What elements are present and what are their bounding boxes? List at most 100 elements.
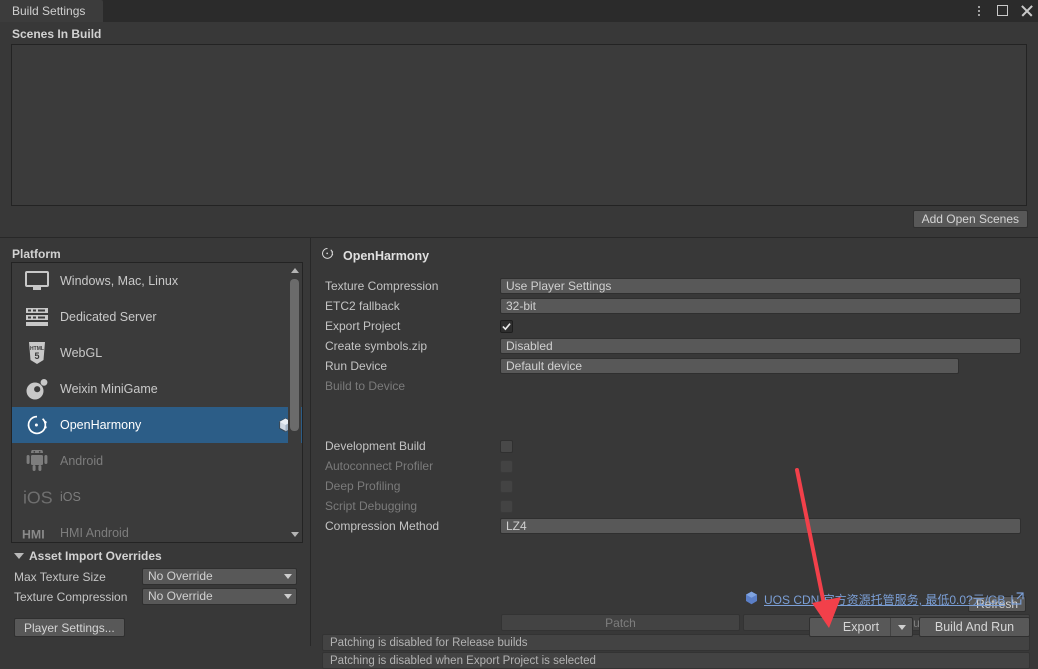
platform-list-scrollbar[interactable] xyxy=(288,264,301,541)
max-texture-size-row: Max Texture Size No Override xyxy=(14,568,297,585)
deep-profiling-label: Deep Profiling xyxy=(325,479,401,493)
scenes-in-build-section: Scenes In Build Add Open Scenes xyxy=(0,22,1038,236)
tab-build-settings[interactable]: Build Settings xyxy=(0,0,104,22)
build-and-run-button[interactable]: Build And Run xyxy=(919,617,1030,637)
platform-item-label: iOS xyxy=(60,490,81,504)
close-icon[interactable] xyxy=(1020,4,1034,18)
script-debugging-label: Script Debugging xyxy=(325,499,418,513)
platform-item-webgl[interactable]: HTML 5 WebGL xyxy=(12,335,302,371)
platform-list[interactable]: Windows, Mac, Linux Dedicated Server HTM… xyxy=(11,262,303,543)
texture-compression-override-label: Texture Compression xyxy=(14,589,128,604)
texture-compression-label: Texture Compression xyxy=(325,279,439,293)
development-build-label: Development Build xyxy=(325,439,426,453)
create-symbols-zip-row: Create symbols.zip Disabled xyxy=(325,338,1021,354)
platform-item-label: WebGL xyxy=(60,346,103,360)
texture-compression-override-value: No Override xyxy=(148,589,213,603)
create-symbols-zip-value: Disabled xyxy=(506,339,553,353)
texture-compression-dropdown[interactable]: Use Player Settings xyxy=(500,278,1021,294)
platform-item-hmi-android[interactable]: HMI HMI Android xyxy=(12,515,302,542)
platform-item-weixin-minigame[interactable]: Weixin MiniGame xyxy=(12,371,302,407)
chevron-down-icon xyxy=(284,594,292,599)
patch-button[interactable]: Patch xyxy=(501,614,740,631)
build-to-device-row: Build to Device xyxy=(325,378,500,394)
hmi-icon: HMI xyxy=(22,520,52,542)
svg-text:HMI: HMI xyxy=(22,527,45,541)
deep-profiling-row: Deep Profiling xyxy=(325,478,513,494)
script-debugging-checkbox xyxy=(500,499,513,513)
compression-method-dropdown[interactable]: LZ4 xyxy=(500,518,1021,534)
build-to-device-label: Build to Device xyxy=(325,379,406,393)
scenes-in-build-title: Scenes In Build xyxy=(12,27,102,41)
svg-text:5: 5 xyxy=(34,351,39,361)
export-dropdown-toggle[interactable] xyxy=(890,618,912,636)
texture-compression-value: Use Player Settings xyxy=(506,279,612,293)
texture-compression-row: Texture Compression Use Player Settings xyxy=(325,278,1021,294)
etc2-fallback-label: ETC2 fallback xyxy=(325,299,400,313)
compression-method-value: LZ4 xyxy=(506,519,527,533)
svg-text:iOS: iOS xyxy=(23,488,52,508)
uos-cdn-link[interactable]: UOS CDN 官方资源托管服务, 最低0.0?元/GB xyxy=(745,591,1024,608)
platform-item-windows-mac-linux[interactable]: Windows, Mac, Linux xyxy=(12,263,302,299)
compression-method-row: Compression Method LZ4 xyxy=(325,518,1021,534)
export-button[interactable]: Export xyxy=(809,617,913,637)
scenes-list[interactable] xyxy=(11,44,1027,206)
add-open-scenes-button[interactable]: Add Open Scenes xyxy=(912,210,1028,228)
scrollbar-thumb[interactable] xyxy=(290,279,299,431)
uos-cdn-link-text: UOS CDN 官方资源托管服务, 最低0.0?元/GB xyxy=(764,593,1006,607)
platform-title: Platform xyxy=(12,247,61,261)
create-symbols-zip-label: Create symbols.zip xyxy=(325,339,428,353)
autoconnect-profiler-row: Autoconnect Profiler xyxy=(325,458,513,474)
maximize-icon[interactable] xyxy=(996,4,1010,18)
platform-item-openharmony[interactable]: OpenHarmony xyxy=(12,407,302,443)
chevron-down-icon xyxy=(897,624,906,630)
platform-item-label: OpenHarmony xyxy=(60,418,142,432)
uos-cube-icon xyxy=(745,591,758,608)
kebab-menu-icon[interactable] xyxy=(972,4,986,18)
etc2-fallback-value: 32-bit xyxy=(506,299,537,313)
asset-import-overrides-label: Asset Import Overrides xyxy=(29,549,162,563)
external-link-icon[interactable] xyxy=(1011,591,1024,608)
create-symbols-zip-dropdown[interactable]: Disabled xyxy=(500,338,1021,354)
window-title-bar: Build Settings xyxy=(0,0,1038,22)
run-device-row: Run Device Default device xyxy=(325,358,959,374)
scroll-up-arrow-icon[interactable] xyxy=(288,264,301,277)
script-debugging-row: Script Debugging xyxy=(325,498,513,514)
player-settings-button[interactable]: Player Settings... xyxy=(14,618,125,637)
platform-settings-panel: OpenHarmony Texture Compression Use Play… xyxy=(311,238,1038,669)
etc2-fallback-row: ETC2 fallback 32-bit xyxy=(325,298,1021,314)
scroll-down-arrow-icon[interactable] xyxy=(288,528,301,541)
export-button-label: Export xyxy=(842,620,880,634)
compression-method-label: Compression Method xyxy=(325,519,440,533)
help-box-export-project: Patching is disabled when Export Project… xyxy=(322,652,1030,669)
deep-profiling-checkbox xyxy=(500,479,513,493)
run-device-value: Default device xyxy=(506,359,583,373)
platform-item-label: Android xyxy=(60,454,104,468)
weixin-minigame-icon xyxy=(22,376,52,402)
texture-compression-override-dropdown[interactable]: No Override xyxy=(142,588,297,605)
platform-item-label: HMI Android xyxy=(60,526,129,540)
development-build-checkbox[interactable] xyxy=(500,439,513,453)
openharmony-icon xyxy=(22,412,52,438)
etc2-fallback-dropdown[interactable]: 32-bit xyxy=(500,298,1021,314)
settings-header: OpenHarmony xyxy=(320,247,429,265)
platform-item-android[interactable]: Android xyxy=(12,443,302,479)
export-project-checkbox[interactable] xyxy=(500,319,513,333)
chevron-down-icon xyxy=(284,574,292,579)
autoconnect-profiler-label: Autoconnect Profiler xyxy=(325,459,434,473)
window-controls xyxy=(972,0,1034,22)
desktop-icon xyxy=(22,268,52,294)
ios-icon: iOS xyxy=(22,484,52,510)
platform-item-label: Weixin MiniGame xyxy=(60,382,158,396)
openharmony-icon xyxy=(320,247,335,265)
asset-import-overrides-header[interactable]: Asset Import Overrides xyxy=(14,549,162,563)
max-texture-size-dropdown[interactable]: No Override xyxy=(142,568,297,585)
checkmark-icon xyxy=(502,322,511,330)
run-device-dropdown[interactable]: Default device xyxy=(500,358,959,374)
platform-item-dedicated-server[interactable]: Dedicated Server xyxy=(12,299,302,335)
platform-item-label: Windows, Mac, Linux xyxy=(60,274,179,288)
platform-item-ios[interactable]: iOS iOS xyxy=(12,479,302,515)
android-icon xyxy=(22,448,52,474)
html5-icon: HTML 5 xyxy=(22,340,52,366)
foldout-triangle-icon[interactable] xyxy=(14,553,24,559)
texture-compression-override-row: Texture Compression No Override xyxy=(14,588,297,605)
